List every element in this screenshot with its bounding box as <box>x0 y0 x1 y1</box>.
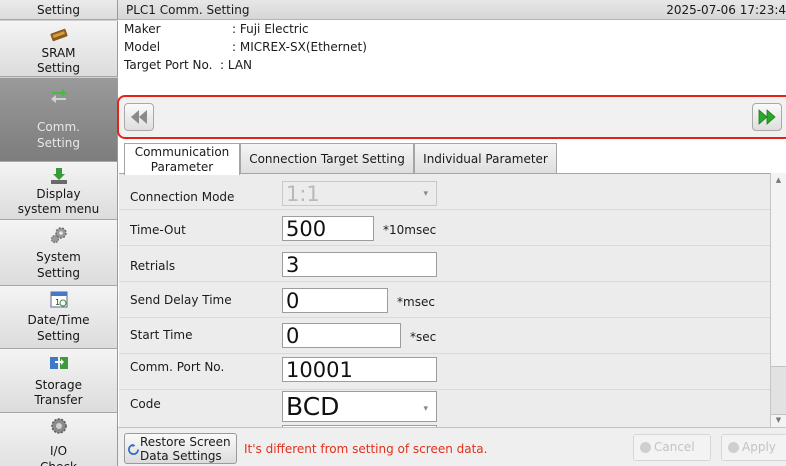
sidebar-item-sram-setting[interactable]: SRAM Setting <box>0 21 118 77</box>
calendar-icon: 1 <box>50 291 67 308</box>
sidebar-item-label: Check <box>0 460 117 466</box>
vertical-scrollbar[interactable]: ▲ ▼ <box>770 173 786 427</box>
sidebar-item-label: E-Mail <box>0 0 117 1</box>
double-right-arrow-icon <box>758 109 776 125</box>
start-time-unit: *sec <box>410 330 437 344</box>
code-select[interactable]: BCD ▾ <box>282 391 437 422</box>
maker-label: Maker <box>124 22 161 36</box>
restore-label-line1: Restore Screen <box>140 435 231 449</box>
timeout-label: Time-Out <box>130 223 186 237</box>
apply-label: Apply <box>742 440 776 454</box>
page-title: PLC1 Comm. Setting <box>126 3 250 17</box>
start-time-input[interactable]: 0 <box>282 323 401 348</box>
sidebar-item-display-system-menu[interactable]: Display system menu <box>0 162 118 220</box>
cancel-button[interactable]: Cancel <box>633 434 711 461</box>
plc-navigation-bar <box>117 95 786 139</box>
model-label: Model <box>124 40 161 54</box>
cancel-icon <box>640 442 651 453</box>
restore-label-line2: Data Settings <box>140 449 222 463</box>
refresh-icon <box>128 444 139 455</box>
sidebar-item-label: system menu <box>17 202 100 216</box>
sidebar-item-label: Setting <box>37 329 80 343</box>
tab-communication-parameter[interactable]: Communication Parameter <box>124 143 240 175</box>
memory-chip-icon <box>49 28 68 42</box>
restore-screen-data-settings-button[interactable]: Restore Screen Data Settings <box>124 433 237 464</box>
send-delay-unit: *msec <box>397 295 435 309</box>
previous-button[interactable] <box>124 103 154 131</box>
retrials-row: Retrials 3 <box>119 246 770 282</box>
io-gear-icon <box>50 418 67 434</box>
apply-button[interactable]: Apply <box>721 434 786 461</box>
dropdown-arrow-icon: ▾ <box>423 189 428 199</box>
sidebar-item-system-setting[interactable]: System Setting <box>0 220 118 286</box>
start-time-row: Start Time 0 *sec <box>119 318 770 354</box>
start-time-label: Start Time <box>130 328 193 342</box>
scroll-down-icon[interactable]: ▼ <box>771 416 786 424</box>
target-port-label: Target Port No. <box>124 58 213 72</box>
sidebar-item-date-time-setting[interactable]: 1 Date/Time Setting <box>0 286 118 349</box>
sidebar-item-label: Transfer <box>34 393 83 407</box>
comm-port-label: Comm. Port No. <box>130 360 225 374</box>
apply-icon <box>728 442 739 453</box>
sidebar-item-label: Setting <box>37 3 80 17</box>
tab-connection-target-setting[interactable]: Connection Target Setting <box>240 143 414 173</box>
header-bar: PLC1 Comm. Setting 2025-07-06 17:23:4 <box>118 0 786 20</box>
sidebar-item-io-check[interactable]: I/O Check <box>0 413 118 466</box>
sidebar-item-label: SRAM <box>41 46 76 60</box>
tab-label-line1: Communication <box>134 145 230 159</box>
timeout-input[interactable]: 500 <box>282 216 374 241</box>
gears-icon <box>50 227 67 244</box>
send-delay-input[interactable]: 0 <box>282 288 388 313</box>
cancel-label: Cancel <box>654 440 695 454</box>
comm-port-input[interactable]: 10001 <box>282 357 437 382</box>
retrials-input[interactable]: 3 <box>282 252 437 277</box>
sidebar-item-label: System <box>36 250 81 264</box>
sidebar-item-label: Date/Time <box>27 313 90 327</box>
parameter-panel: Connection Mode 1:1 ▾ Time-Out 500 *10ms… <box>119 173 770 427</box>
sidebar-item-label: Storage <box>35 378 82 392</box>
sidebar-item-label: Setting <box>37 266 80 280</box>
sidebar-item-email-setting[interactable]: E-Mail Setting <box>0 0 118 20</box>
sidebar-item-comm-setting[interactable]: Comm. Setting <box>0 78 118 162</box>
sidebar-item-label: Setting <box>37 61 80 75</box>
sidebar: E-Mail Setting SRAM Setting Comm. Settin… <box>0 0 118 466</box>
date-time-display: 2025-07-06 17:23:4 <box>666 3 786 17</box>
scroll-thumb[interactable] <box>771 366 786 415</box>
sidebar-item-label: Comm. <box>37 120 80 134</box>
tab-individual-parameter[interactable]: Individual Parameter <box>414 143 557 173</box>
code-label: Code <box>130 397 161 411</box>
comm-port-row: Comm. Port No. 10001 <box>119 354 770 390</box>
download-arrow-icon <box>50 168 67 184</box>
sidebar-item-storage-transfer[interactable]: Storage Transfer <box>0 349 118 413</box>
code-value: BCD <box>286 392 340 421</box>
tab-label-line2: Parameter <box>150 160 214 174</box>
model-value: : MICREX-SX(Ethernet) <box>232 40 367 54</box>
target-port-value: : LAN <box>220 58 253 72</box>
sidebar-item-label: I/O <box>49 444 68 458</box>
timeout-row: Time-Out 500 *10msec <box>119 210 770 246</box>
double-left-arrow-icon <box>131 110 147 124</box>
retrials-label: Retrials <box>130 259 176 273</box>
code-row: Code BCD ▾ <box>119 390 770 427</box>
connection-mode-select: 1:1 ▾ <box>282 181 437 206</box>
maker-value: : Fuji Electric <box>232 22 309 36</box>
connection-mode-label: Connection Mode <box>130 190 235 204</box>
scroll-up-icon[interactable]: ▲ <box>771 176 786 184</box>
timeout-unit: *10msec <box>383 223 437 237</box>
dropdown-arrow-icon: ▾ <box>423 404 428 414</box>
sidebar-item-label: Setting <box>37 136 80 150</box>
connection-mode-value: 1:1 <box>286 182 320 206</box>
send-delay-row: Send Delay Time 0 *msec <box>119 282 770 318</box>
communication-arrows-icon <box>50 89 67 103</box>
connection-mode-row: Connection Mode 1:1 ▾ <box>119 174 770 210</box>
svg-text:1: 1 <box>55 298 60 307</box>
send-delay-label: Send Delay Time <box>130 293 232 307</box>
warning-message: It's different from setting of screen da… <box>244 442 488 456</box>
next-button[interactable] <box>752 103 782 131</box>
sidebar-item-label: Display <box>36 187 81 201</box>
transfer-arrows-icon <box>49 357 68 369</box>
footer-bar: Restore Screen Data Settings It's differ… <box>118 427 786 466</box>
